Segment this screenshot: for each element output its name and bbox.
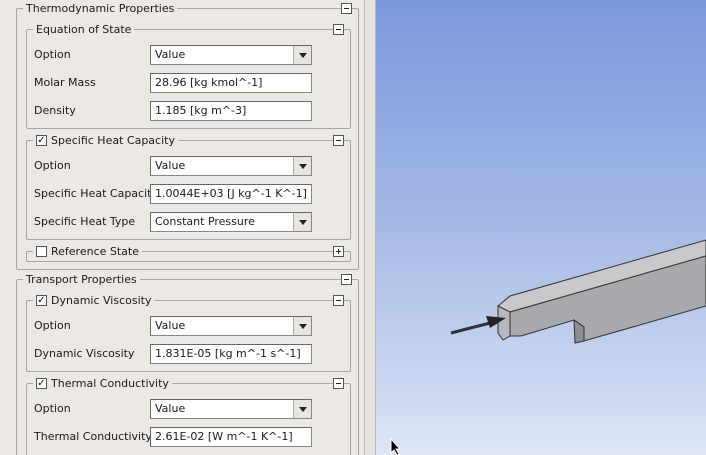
specific-heat-type-label: Specific Heat Type (34, 215, 136, 228)
dynamic-viscosity-legend: ✓ Dynamic Viscosity (33, 293, 155, 308)
chevron-down-icon[interactable] (293, 46, 311, 64)
chevron-down-icon[interactable] (293, 400, 311, 418)
collapse-thermodynamic-properties-icon[interactable] (341, 3, 352, 14)
3d-viewport[interactable] (376, 0, 706, 455)
conductivity-option-value: Value (155, 402, 186, 415)
dynamic-viscosity-title: Dynamic Viscosity (51, 294, 152, 307)
molar-mass-label: Molar Mass (34, 76, 96, 89)
thermal-conductivity-legend: ✓ Thermal Conductivity (33, 376, 172, 391)
transport-properties-legend: Transport Properties (23, 272, 140, 287)
thermodynamic-properties-title: Thermodynamic Properties (26, 2, 175, 15)
thermal-conductivity-checkbox[interactable]: ✓ (36, 378, 47, 389)
reference-state-legend: Reference State (33, 244, 143, 259)
reference-state-title: Reference State (51, 245, 140, 258)
heat-option-label: Option (34, 159, 71, 172)
equation-of-state-legend: Equation of State (33, 22, 135, 37)
expand-reference-state-icon[interactable] (333, 246, 344, 257)
inlet-arrow-shaft (450, 321, 491, 335)
mouse-pointer-icon (390, 438, 402, 455)
equation-of-state-title: Equation of State (36, 23, 132, 36)
specific-heat-capacity-label: Specific Heat Capacity (34, 187, 158, 200)
molar-mass-field[interactable]: 28.96 [kg kmol^-1] (150, 73, 312, 93)
heat-option-value: Value (155, 159, 186, 172)
specific-heat-type-dropdown[interactable]: Constant Pressure (150, 212, 312, 232)
specific-heat-type-value: Constant Pressure (155, 215, 255, 228)
thermodynamic-properties-legend: Thermodynamic Properties (23, 1, 178, 16)
reference-state-checkbox[interactable] (36, 246, 47, 257)
chevron-down-icon[interactable] (293, 317, 311, 335)
geometry-view (450, 239, 706, 344)
specific-heat-capacity-legend: ✓ Specific Heat Capacity (33, 133, 178, 148)
details-panel: Thermodynamic Properties Equation of Sta… (0, 0, 364, 455)
specific-heat-capacity-title: Specific Heat Capacity (51, 134, 175, 147)
dynamic-viscosity-field[interactable]: 1.831E-05 [kg m^-1 s^-1] (150, 344, 312, 364)
conductivity-option-label: Option (34, 402, 71, 415)
collapse-equation-of-state-icon[interactable] (333, 24, 344, 35)
density-field[interactable]: 1.185 [kg m^-3] (150, 101, 312, 121)
eos-option-dropdown[interactable]: Value (150, 45, 312, 65)
collapse-specific-heat-capacity-icon[interactable] (333, 135, 344, 146)
channel-end-face (497, 305, 511, 341)
specific-heat-capacity-checkbox[interactable]: ✓ (36, 135, 47, 146)
conductivity-option-dropdown[interactable]: Value (150, 399, 312, 419)
chevron-down-icon[interactable] (293, 213, 311, 231)
chevron-down-icon[interactable] (293, 157, 311, 175)
panel-splitter[interactable] (364, 0, 376, 455)
eos-option-label: Option (34, 48, 71, 61)
thermal-conductivity-title: Thermal Conductivity (51, 377, 169, 390)
density-label: Density (34, 104, 76, 117)
viscosity-option-value: Value (155, 319, 186, 332)
viscosity-option-label: Option (34, 319, 71, 332)
thermal-conductivity-field[interactable]: 2.61E-02 [W m^-1 K^-1] (150, 427, 312, 447)
eos-option-value: Value (155, 48, 186, 61)
heat-option-dropdown[interactable]: Value (150, 156, 312, 176)
transport-properties-title: Transport Properties (26, 273, 137, 286)
dynamic-viscosity-checkbox[interactable]: ✓ (36, 295, 47, 306)
thermal-conductivity-label: Thermal Conductivity (34, 430, 152, 443)
collapse-transport-properties-icon[interactable] (341, 274, 352, 285)
collapse-dynamic-viscosity-icon[interactable] (333, 295, 344, 306)
collapse-thermal-conductivity-icon[interactable] (333, 378, 344, 389)
dynamic-viscosity-label: Dynamic Viscosity (34, 347, 135, 360)
specific-heat-capacity-field[interactable]: 1.0044E+03 [J kg^-1 K^-1] (150, 184, 312, 204)
reference-state-group: Reference State (26, 244, 351, 262)
viscosity-option-dropdown[interactable]: Value (150, 316, 312, 336)
